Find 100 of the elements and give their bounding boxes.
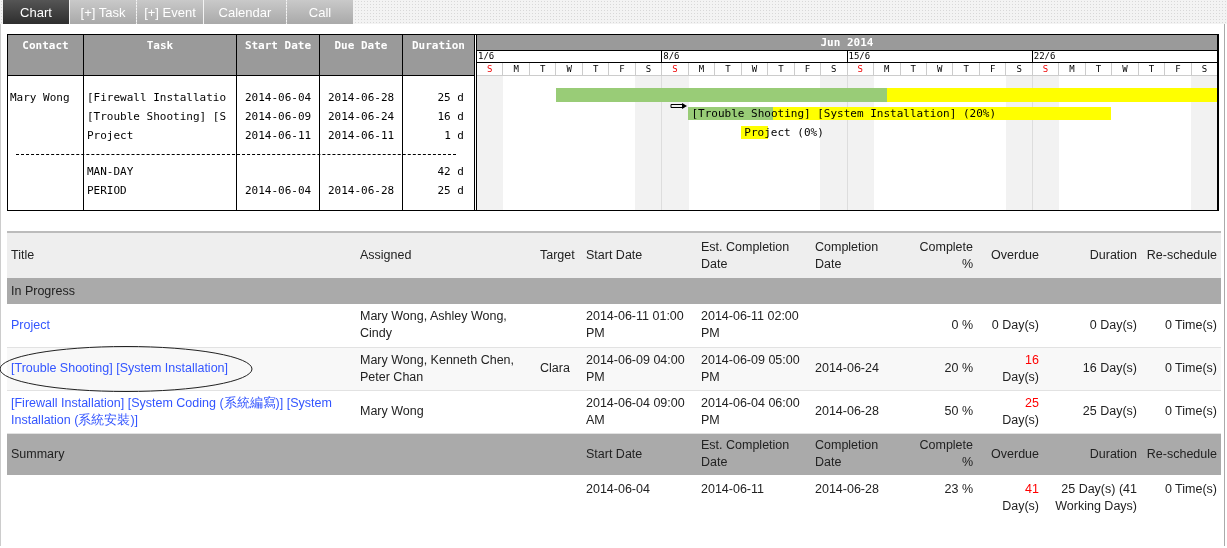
due-date: 2014-06-28 <box>328 90 396 106</box>
task-name: [Firewall Installatio <box>87 90 228 106</box>
duration-value: 25 Day(s) (41 Working Days) <box>1055 482 1137 513</box>
reschedule-count: 0 Time(s) <box>1164 482 1217 496</box>
week-label: 1/6 <box>477 51 496 62</box>
duration-value: 25 d <box>437 183 464 199</box>
completion-date: 2014-06-28 <box>815 404 879 418</box>
day-label: T <box>952 63 979 75</box>
complete-percent: 23 % <box>944 482 973 496</box>
est-completion-date: 2014-06-04 06:00 PM <box>701 395 800 427</box>
due-date: 2014-06-28 <box>328 184 395 197</box>
assignee-names: Mary Wong, Kenneth Chen, Peter Chan <box>360 352 515 384</box>
reschedule-count: 0 Time(s) <box>1164 404 1217 418</box>
start-date: 2014-06-11 <box>245 128 313 144</box>
column-header: Re-schedule <box>1146 248 1217 262</box>
task-name: Project <box>87 128 135 144</box>
column-header: Start Date <box>586 248 643 262</box>
target-name: Clara <box>540 361 570 375</box>
day-label: T <box>714 63 741 75</box>
assignee-names: Mary Wong, Ashley Wong, Cindy <box>360 309 507 341</box>
completion-date: 2014-06-24 <box>815 361 879 375</box>
complete-percent: 20 % <box>944 361 973 375</box>
task-link[interactable]: [Firewall Installation] [System Coding (系統編寫)] [System Installation (系統安裝)] <box>11 394 352 429</box>
day-label: F <box>793 63 821 75</box>
group-label: In Progress <box>11 283 75 298</box>
day-label: T <box>1137 63 1165 75</box>
day-label: S <box>661 63 688 75</box>
due-date: 2014-06-24 <box>328 109 396 125</box>
start-date: 2014-06-04 <box>245 90 313 106</box>
due-date: 2014-06-11 <box>328 128 396 144</box>
overdue-days: 25 Day(s) <box>1002 395 1039 427</box>
est-completion-date: 2014-06-11 <box>701 482 764 496</box>
duration-value: 16 d <box>437 109 464 125</box>
day-label: F <box>1164 63 1191 75</box>
week-label: 22/6 <box>1031 51 1217 62</box>
column-header: Target <box>540 248 575 262</box>
day-label: S <box>1031 63 1059 75</box>
day-label: T <box>581 63 609 75</box>
start-date: 2014-06-09 04:00 PM <box>586 352 685 384</box>
column-header: Completion Date <box>815 239 879 271</box>
total-label: PERIOD <box>87 183 128 199</box>
duration-value: 16 Day(s) <box>1082 361 1137 375</box>
start-date: 2014-06-04 <box>586 482 650 496</box>
duration-value: 0 Day(s) <box>1089 317 1137 332</box>
overdue-days: 0 Day(s) <box>991 317 1039 332</box>
day-label: M <box>502 63 529 75</box>
reschedule-count: 0 Time(s) <box>1164 361 1217 375</box>
duration-value: 1 d <box>444 128 464 144</box>
day-label: S <box>486 63 494 75</box>
day-label: S <box>1190 63 1218 75</box>
column-header: Task <box>84 35 237 75</box>
day-label: S <box>846 63 874 75</box>
column-header: Overdue <box>991 248 1039 262</box>
column-header: Contact <box>8 35 84 75</box>
day-label: W <box>740 63 768 75</box>
bar-label: [Trouble Shooting] [System Installation] (20%) <box>691 107 997 120</box>
reschedule-count: 0 Time(s) <box>1164 317 1217 332</box>
day-label: M <box>873 63 900 75</box>
total-label: MAN-DAY <box>87 164 135 180</box>
duration-value: 25 d <box>437 90 464 106</box>
assignee-names: Mary Wong <box>360 404 424 418</box>
tab[interactable]: Chart <box>3 0 69 24</box>
day-label: S <box>634 63 662 75</box>
overdue-days: 16 Day(s) <box>1002 352 1039 384</box>
column-header: Start Date <box>237 35 320 75</box>
day-label: W <box>555 63 582 75</box>
week-label: 15/6 <box>846 51 1032 62</box>
est-completion-date: 2014-06-11 02:00 PM <box>701 309 799 341</box>
start-date: 2014-06-04 09:00 AM <box>586 395 685 427</box>
day-label: S <box>820 63 847 75</box>
column-header: Re-schedule <box>1146 446 1217 461</box>
dependency-arrow-icon <box>670 103 689 111</box>
day-label: M <box>687 63 715 75</box>
overdue-days: 41 Day(s) <box>1002 482 1039 513</box>
task-link[interactable]: Project <box>11 316 50 334</box>
column-header: Assigned <box>360 248 412 262</box>
day-label: S <box>1005 63 1032 75</box>
column-header: Duration <box>1089 446 1137 461</box>
completion-date: 2014-06-28 <box>815 482 879 496</box>
complete-percent: 50 % <box>944 404 973 418</box>
column-header: Complete % <box>919 239 973 271</box>
day-label: T <box>528 63 556 75</box>
day-label: F <box>608 63 635 75</box>
start-date: 2014-06-09 <box>245 109 313 125</box>
column-header: Duration <box>411 38 466 54</box>
duration-value: 25 Day(s) <box>1082 404 1137 418</box>
column-header: Overdue <box>991 446 1039 461</box>
column-header: Duration <box>1089 248 1137 262</box>
start-date: 2014-06-11 01:00 PM <box>586 309 684 341</box>
month-header: Jun 2014 <box>477 35 1217 51</box>
column-header: Complete % <box>919 438 973 470</box>
column-header: Est. Completion Date <box>701 239 790 271</box>
day-label: M <box>1058 63 1085 75</box>
complete-percent: 0 % <box>951 317 973 332</box>
column-header: Completion Date <box>815 438 879 470</box>
column-header: Title <box>11 248 35 262</box>
day-label: W <box>925 63 953 75</box>
column-header: Due Date <box>320 35 403 75</box>
day-label: F <box>978 63 1006 75</box>
week-label: 8/6 <box>661 51 847 62</box>
